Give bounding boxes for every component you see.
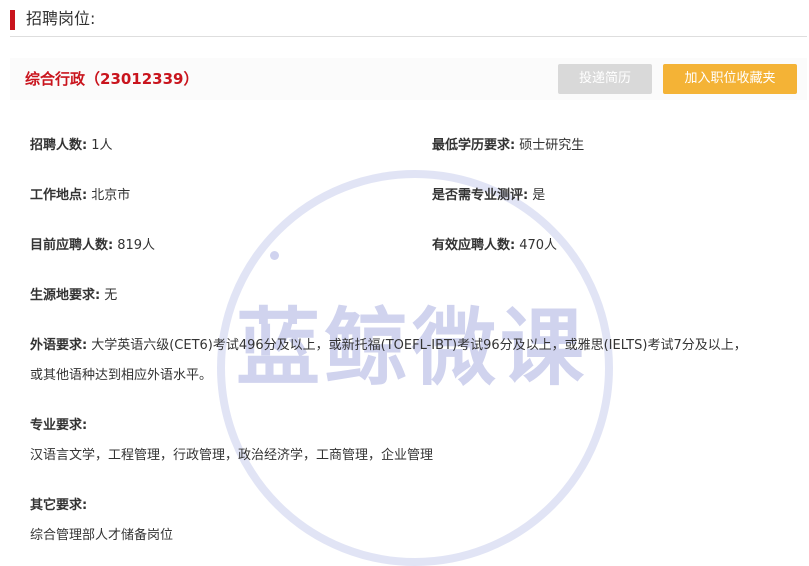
- major-requirement: 专业要求: 汉语言文学，工程管理，行政管理，政治经济学，工商管理，企业管理: [30, 411, 790, 471]
- language-line-1: 大学英语六级(CET6)考试496分及以上，或新托福(TOEFL-IBT)考试9…: [91, 338, 747, 353]
- language-line-2: 或其他语种达到相应外语水平。: [30, 368, 213, 383]
- major-value: 汉语言文学，工程管理，行政管理，政治经济学，工商管理，企业管理: [30, 448, 434, 463]
- recruit-count-value: 1人: [91, 138, 113, 153]
- apply-resume-button[interactable]: 投递简历: [558, 64, 652, 94]
- recruit-count-label: 招聘人数:: [30, 138, 88, 153]
- origin-field: 生源地要求: 无: [30, 286, 117, 306]
- valid-applicants-value: 470人: [519, 238, 558, 253]
- watermark-dot: [270, 251, 279, 260]
- assessment-value: 是: [532, 188, 546, 203]
- valid-applicants-field: 有效应聘人数: 470人: [432, 236, 557, 256]
- other-value: 综合管理部人才储备岗位: [30, 528, 174, 543]
- origin-label: 生源地要求:: [30, 288, 101, 303]
- major-label: 专业要求:: [30, 418, 88, 433]
- language-requirement: 外语要求: 大学英语六级(CET6)考试496分及以上，或新托福(TOEFL-IB…: [30, 331, 790, 391]
- section-title: 招聘岗位:: [26, 9, 96, 28]
- recruit-count-field: 招聘人数: 1人: [30, 136, 112, 156]
- section-marker: [10, 10, 15, 30]
- add-to-favorites-button[interactable]: 加入职位收藏夹: [663, 64, 797, 94]
- job-title: 综合行政（23012339）: [25, 70, 199, 88]
- location-label: 工作地点:: [30, 188, 88, 203]
- current-applicants-label: 目前应聘人数:: [30, 238, 114, 253]
- language-label: 外语要求:: [30, 338, 88, 353]
- current-applicants-field: 目前应聘人数: 819人: [30, 236, 155, 256]
- location-value: 北京市: [91, 188, 131, 203]
- location-field: 工作地点: 北京市: [30, 186, 130, 206]
- other-label: 其它要求:: [30, 498, 88, 513]
- assessment-label: 是否需专业测评:: [432, 188, 529, 203]
- education-field: 最低学历要求: 硕士研究生: [432, 136, 584, 156]
- origin-value: 无: [104, 288, 118, 303]
- section-header: 招聘岗位:: [10, 6, 807, 37]
- current-applicants-value: 819人: [117, 238, 156, 253]
- education-value: 硕士研究生: [519, 138, 585, 153]
- education-label: 最低学历要求:: [432, 138, 516, 153]
- assessment-field: 是否需专业测评: 是: [432, 186, 545, 206]
- job-header-bar: 综合行政（23012339） 投递简历 加入职位收藏夹: [10, 58, 807, 100]
- valid-applicants-label: 有效应聘人数:: [432, 238, 516, 253]
- other-requirement: 其它要求: 综合管理部人才储备岗位: [30, 491, 790, 551]
